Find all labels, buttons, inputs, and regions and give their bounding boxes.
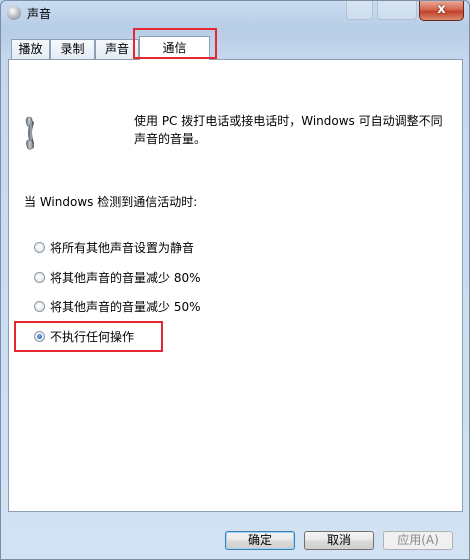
tab-strip: 播放 录制 声音 通信: [8, 28, 463, 60]
radio-button[interactable]: [34, 271, 45, 283]
communications-panel: 使用 PC 拨打电话或接电话时，Windows 可自动调整不同声音的音量。 当 …: [8, 59, 463, 512]
close-button[interactable]: x: [419, 1, 464, 21]
option-label: 不执行任何操作: [50, 329, 135, 344]
option-label: 将所有其他声音设置为静音: [50, 240, 195, 255]
maximize-ghost: [377, 1, 417, 20]
sound-dialog: 声音 x 播放 录制 声音 通信 使用 PC 拨打电话或接电话时，Windows…: [0, 0, 470, 560]
detect-label: 当 Windows 检测到通信活动时:: [24, 195, 198, 209]
option-reduce-80[interactable]: 将其他声音的音量减少 80%: [34, 268, 201, 286]
option-reduce-50[interactable]: 将其他声音的音量减少 50%: [34, 297, 201, 315]
tab-playback[interactable]: 播放: [11, 39, 50, 59]
speaker-icon: [7, 6, 21, 20]
window-title: 声音: [27, 7, 52, 21]
dialog-client: 播放 录制 声音 通信 使用 PC 拨打电话或接电话时，Windows 可自动调…: [8, 28, 463, 553]
tab-sounds[interactable]: 声音: [95, 39, 139, 59]
cancel-button[interactable]: 取消: [304, 531, 374, 550]
close-icon: x: [437, 2, 446, 17]
option-do-nothing[interactable]: 不执行任何操作: [34, 327, 134, 345]
communications-description: 使用 PC 拨打电话或接电话时，Windows 可自动调整不同声音的音量。: [134, 114, 443, 146]
option-mute-all[interactable]: 将所有其他声音设置为静音: [34, 238, 194, 256]
tab-communications[interactable]: 通信: [139, 36, 210, 60]
option-label: 将其他声音的音量减少 50%: [50, 299, 201, 314]
title-bar[interactable]: 声音 x: [1, 1, 469, 25]
telephone-icon: [25, 116, 34, 150]
ok-button[interactable]: 确定: [225, 531, 295, 550]
apply-button[interactable]: 应用(A): [383, 531, 453, 550]
radio-button-selected[interactable]: [34, 330, 45, 342]
radio-button[interactable]: [34, 300, 45, 312]
minimize-ghost: [346, 1, 373, 20]
tab-recording[interactable]: 录制: [50, 39, 95, 59]
option-label: 将其他声音的音量减少 80%: [50, 270, 201, 285]
radio-button[interactable]: [34, 241, 45, 253]
